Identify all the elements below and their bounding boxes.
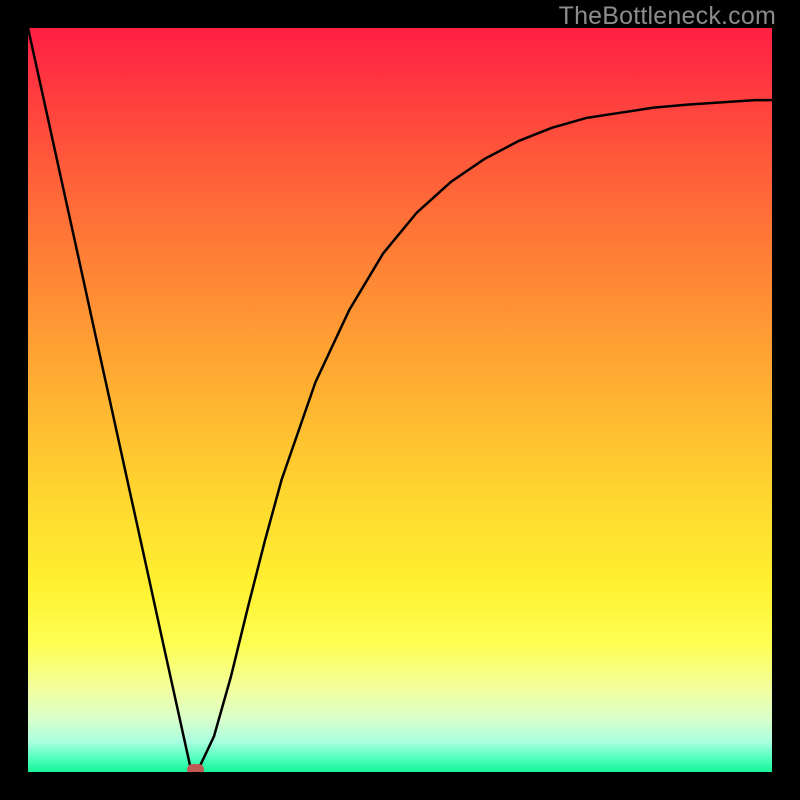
watermark-text: TheBottleneck.com — [559, 2, 776, 31]
optimum-marker — [187, 764, 204, 772]
bottleneck-curve-svg — [28, 28, 772, 772]
bottleneck-curve — [28, 28, 772, 772]
chart-frame: TheBottleneck.com — [0, 0, 800, 800]
plot-area — [28, 28, 772, 772]
